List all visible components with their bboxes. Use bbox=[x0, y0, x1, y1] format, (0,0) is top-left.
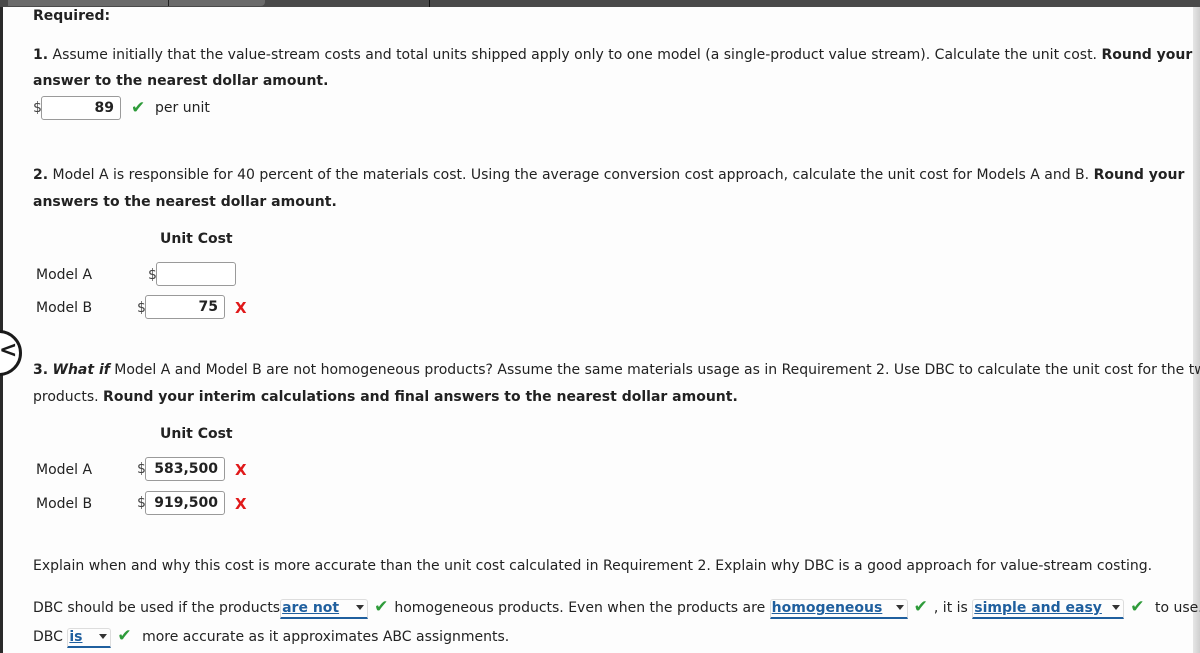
q1-text-line1: 1. Assume initially that the value-strea… bbox=[33, 47, 1192, 63]
q2-text-line1: 2. Model A is responsible for 40 percent… bbox=[33, 167, 1184, 183]
q2-text: Model A is responsible for 40 percent of… bbox=[48, 167, 1094, 183]
chevron-left-icon: < bbox=[0, 338, 18, 363]
q3-column-header: Unit Cost bbox=[160, 426, 233, 442]
ease-of-use-select-value: simple and easy bbox=[974, 600, 1102, 616]
toolbar-divider bbox=[429, 0, 430, 7]
s1-select3-check-icon: ✔ bbox=[1130, 597, 1145, 617]
homogeneous-select[interactable]: homogeneous bbox=[769, 599, 908, 619]
products-homogeneity-select[interactable]: are not bbox=[280, 599, 369, 619]
dropdown-caret-icon bbox=[1112, 605, 1121, 610]
collapse-handle[interactable]: < bbox=[0, 330, 22, 376]
q1-unit-cost-input[interactable]: 89 bbox=[41, 96, 121, 120]
explain-sentence-1: DBC should be used if the products are no… bbox=[33, 597, 1200, 619]
q2-model-b-incorrect-x-icon: X bbox=[235, 299, 247, 317]
dropdown-caret-icon bbox=[356, 605, 365, 610]
scrollbar[interactable] bbox=[1193, 7, 1200, 653]
q2-text-line2: answers to the nearest dollar amount. bbox=[33, 194, 337, 210]
q3-number: 3. bbox=[33, 362, 49, 378]
toolbar-tab-1[interactable] bbox=[8, 0, 169, 6]
s2-post-text: more accurate as it approximates ABC ass… bbox=[142, 629, 510, 645]
q3-row-label-model-a: Model A bbox=[36, 462, 93, 478]
q3-what-if: What if bbox=[52, 362, 110, 378]
toolbar-tab-2[interactable] bbox=[169, 0, 265, 6]
required-heading: Required: bbox=[33, 8, 111, 24]
s1-post-text: to use. bbox=[1154, 600, 1200, 616]
q3-text: Model A and Model B are not homogeneous … bbox=[109, 362, 1200, 378]
dbc-accuracy-select[interactable]: is bbox=[67, 628, 112, 648]
q1-text-line2: answer to the nearest dollar amount. bbox=[33, 73, 329, 89]
s1-pre-text: DBC should be used if the products bbox=[33, 600, 281, 616]
dbc-accuracy-select-value: is bbox=[69, 629, 83, 645]
s1-mid2-text: , it is bbox=[933, 600, 968, 616]
q3-model-a-unit-cost-input[interactable]: 583,500 bbox=[145, 457, 225, 481]
q2-row-label-model-b: Model B bbox=[36, 300, 93, 316]
ease-of-use-select[interactable]: simple and easy bbox=[972, 599, 1125, 619]
s1-mid-text: homogeneous products. Even when the prod… bbox=[394, 600, 766, 616]
q2-column-header: Unit Cost bbox=[160, 231, 233, 247]
q2-model-a-unit-cost-input[interactable] bbox=[156, 262, 236, 286]
q1-correct-check-icon: ✔ bbox=[131, 98, 146, 118]
q1-unit-suffix: per unit bbox=[155, 100, 210, 116]
products-homogeneity-select-value: are not bbox=[282, 600, 340, 616]
q3-line2-plain: products. bbox=[33, 389, 104, 405]
q1-text: Assume initially that the value-stream c… bbox=[48, 47, 1102, 63]
q1-bold-instruction: Round your bbox=[1101, 47, 1193, 63]
q3-model-b-incorrect-x-icon: X bbox=[235, 495, 247, 513]
s1-select2-check-icon: ✔ bbox=[913, 597, 928, 617]
explain-sentence-2: DBC is ✔ more accurate as it approximates… bbox=[33, 626, 509, 648]
q3-text-line1: 3. What if Model A and Model B are not h… bbox=[33, 362, 1200, 378]
q2-bold-instruction: Round your bbox=[1093, 167, 1185, 183]
dropdown-caret-icon bbox=[99, 634, 108, 639]
q2-number: 2. bbox=[33, 167, 49, 183]
homogeneous-select-value: homogeneous bbox=[771, 600, 883, 616]
q3-model-b-unit-cost-input[interactable]: 919,500 bbox=[145, 491, 225, 515]
q1-number: 1. bbox=[33, 47, 49, 63]
q3-row-label-model-b: Model B bbox=[36, 496, 93, 512]
top-toolbar bbox=[0, 0, 1200, 7]
s2-pre-text: DBC bbox=[33, 629, 63, 645]
s2-check-icon: ✔ bbox=[117, 626, 132, 646]
q2-row-label-model-a: Model A bbox=[36, 267, 93, 283]
q3-bold-instruction: Round your interim calculations and fina… bbox=[103, 389, 738, 405]
dropdown-caret-icon bbox=[895, 605, 904, 610]
q3-model-a-incorrect-x-icon: X bbox=[235, 461, 247, 479]
q2-model-b-unit-cost-input[interactable]: 75 bbox=[145, 295, 225, 319]
explain-prompt: Explain when and why this cost is more a… bbox=[33, 558, 1153, 574]
s1-select1-check-icon: ✔ bbox=[374, 597, 389, 617]
q3-text-line2: products. Round your interim calculation… bbox=[33, 389, 738, 405]
